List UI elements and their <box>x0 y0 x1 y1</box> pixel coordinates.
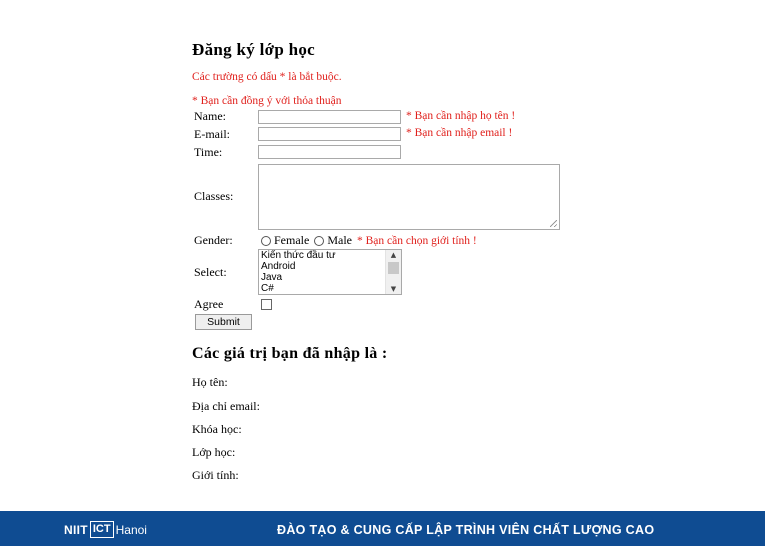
gender-option-female[interactable]: Female <box>261 233 309 248</box>
logo-box-text: ICT <box>89 521 114 538</box>
required-note: Các trường có dấu * là bắt buộc. <box>192 71 342 83</box>
gender-row: Female Male * Bạn cần chọn giới tính ! <box>261 233 477 248</box>
footer-tagline: ĐÀO TẠO & CUNG CẤP LẬP TRÌNH VIÊN CHẤT L… <box>277 523 655 537</box>
list-option[interactable]: C# <box>259 283 401 294</box>
time-input[interactable] <box>258 145 401 159</box>
female-radio[interactable] <box>261 235 271 246</box>
result-gender-label: Giới tính: <box>192 468 239 482</box>
chevron-down-icon[interactable]: ▼ <box>386 284 401 294</box>
agree-checkbox[interactable] <box>261 299 272 310</box>
result-course-label: Khóa học: <box>192 422 242 436</box>
scrollbar-thumb[interactable] <box>388 262 399 274</box>
agree-label: Agree <box>194 297 224 311</box>
list-option[interactable]: Java <box>259 272 401 283</box>
male-radio[interactable] <box>314 235 325 246</box>
name-error: * Bạn cần nhập họ tên ! <box>406 110 516 122</box>
logo-city-text: Hanoi <box>115 522 147 537</box>
registration-page: Đăng ký lớp học Các trường có dấu * là b… <box>0 0 765 511</box>
result-name-label: Họ tên: <box>192 375 228 389</box>
footer-banner: NIIT ICT Hanoi ĐÀO TẠO & CUNG CẤP LẬP TR… <box>0 511 765 546</box>
gender-label: Gender: <box>194 233 233 247</box>
email-error: * Bạn cần nhập email ! <box>406 127 513 139</box>
time-label: Time: <box>194 145 223 159</box>
agree-error: * Bạn cần đồng ý với thỏa thuận <box>192 95 342 107</box>
listbox-scrollbar[interactable]: ▲ ▼ <box>385 250 401 294</box>
gender-option-male[interactable]: Male <box>314 233 352 248</box>
results-title: Các giá trị bạn đã nhập là : <box>192 345 388 362</box>
gender-error: * Bạn cần chọn giới tính ! <box>356 234 477 247</box>
email-input[interactable] <box>258 127 401 141</box>
chevron-up-icon[interactable]: ▲ <box>386 250 401 260</box>
male-label: Male <box>327 233 352 247</box>
list-option[interactable]: Android <box>259 261 401 272</box>
result-email-label: Địa chỉ email: <box>192 399 260 413</box>
select-label: Select: <box>194 265 227 279</box>
niit-ict-logo: NIIT ICT Hanoi <box>64 521 147 538</box>
course-listbox[interactable]: Kiến thức đầu tư Android Java C# ▲ ▼ <box>258 249 402 295</box>
female-label: Female <box>274 233 310 247</box>
email-label: E-mail: <box>194 127 230 141</box>
classes-label: Classes: <box>194 189 234 203</box>
name-label: Name: <box>194 109 226 123</box>
result-class-label: Lớp học: <box>192 445 236 459</box>
submit-button[interactable]: Submit <box>195 314 252 330</box>
name-input[interactable] <box>258 110 401 124</box>
form-title: Đăng ký lớp học <box>192 40 316 59</box>
list-option[interactable]: Kiến thức đầu tư <box>259 250 401 261</box>
classes-textarea[interactable] <box>258 164 560 230</box>
logo-niit-text: NIIT <box>64 522 88 537</box>
resize-grip-icon[interactable] <box>550 220 557 227</box>
